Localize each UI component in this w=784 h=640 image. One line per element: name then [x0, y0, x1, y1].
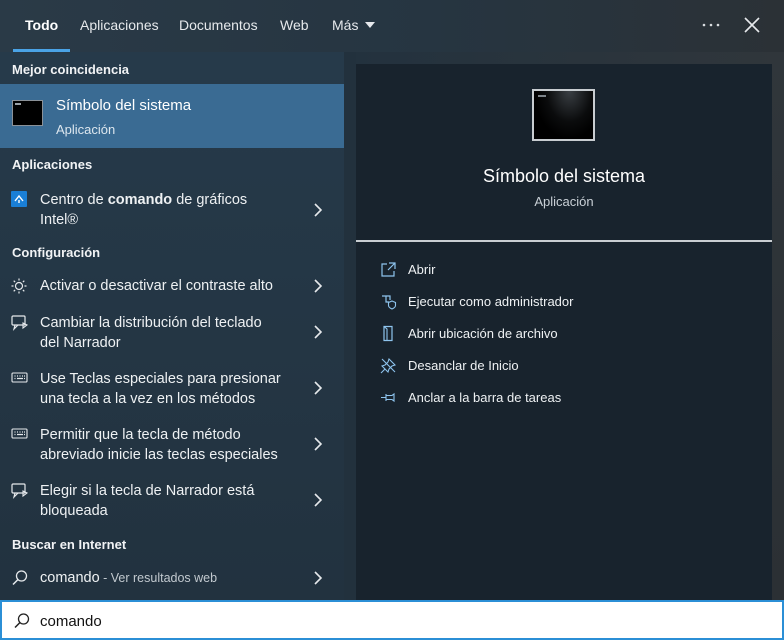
app-item-pre: Centro de	[40, 192, 108, 208]
tab-aplicaciones[interactable]: Aplicaciones	[80, 0, 159, 52]
web-search-item[interactable]: comando - Ver resultados web	[0, 566, 344, 590]
setting-line2: abreviado inicie las teclas especiales	[40, 447, 278, 463]
action-run-as-admin[interactable]: Ejecutar como administrador	[356, 288, 772, 316]
app-item-line2: Intel®	[40, 212, 79, 228]
setting-item-sticky-keys[interactable]: Use Teclas especiales para presionar una …	[0, 368, 344, 412]
setting-line2: del Narrador	[40, 335, 121, 351]
narrator-icon	[11, 482, 29, 500]
chevron-right-icon	[312, 570, 324, 586]
pane-gap	[344, 52, 356, 600]
open-icon	[380, 261, 397, 278]
chevron-right-icon	[312, 278, 324, 294]
search-input[interactable]	[40, 609, 740, 633]
tab-web[interactable]: Web	[280, 0, 309, 52]
action-open-file-location[interactable]: Abrir ubicación de archivo	[356, 320, 772, 348]
preview-pane: Símbolo del sistema Aplicación Abrir Eje…	[356, 64, 772, 600]
setting-line2: bloqueada	[40, 503, 108, 519]
unpin-icon	[380, 357, 397, 374]
search-icon	[11, 569, 29, 587]
intel-graphics-icon	[11, 191, 29, 209]
setting-item-shortcut-key[interactable]: Permitir que la tecla de método abreviado…	[0, 424, 344, 468]
best-match-subtitle: Aplicación	[56, 122, 116, 137]
brightness-icon	[11, 277, 29, 295]
setting-line2: una tecla a la vez en los métodos	[40, 391, 256, 407]
tab-mas-label: Más	[332, 17, 359, 33]
chevron-right-icon	[312, 492, 324, 508]
action-label: Abrir	[408, 262, 436, 277]
action-label: Ejecutar como administrador	[408, 294, 574, 309]
pane-frame-side	[772, 52, 784, 600]
best-match-item[interactable]: Símbolo del sistema Aplicación	[0, 84, 344, 148]
action-label: Anclar a la barra de tareas	[408, 390, 562, 405]
action-unpin-start[interactable]: Desanclar de Inicio	[356, 352, 772, 380]
app-item-post: de gráficos	[172, 192, 248, 208]
top-tab-bar: Todo Aplicaciones Documentos Web Más	[0, 0, 784, 52]
web-search-suffix: - Ver resultados web	[99, 571, 218, 585]
web-search-query: comando	[40, 570, 100, 586]
best-match-title: Símbolo del sistema	[56, 97, 192, 114]
setting-item-high-contrast[interactable]: Activar o desactivar el contraste alto	[0, 274, 344, 298]
pane-frame-top	[356, 52, 784, 64]
preview-title: Símbolo del sistema	[482, 166, 646, 186]
preview-divider	[356, 240, 772, 242]
chevron-down-icon	[365, 22, 376, 28]
chevron-right-icon	[312, 324, 324, 340]
tab-todo[interactable]: Todo	[12, 0, 71, 52]
file-location-icon	[380, 325, 397, 342]
action-label: Desanclar de Inicio	[408, 358, 519, 373]
setting-line1: Use Teclas especiales para presionar	[40, 371, 281, 387]
chevron-right-icon	[312, 380, 324, 396]
setting-item-label: Elegir si la tecla de Narrador está bloqu…	[40, 481, 300, 521]
pin-taskbar-icon	[380, 389, 397, 406]
search-bar[interactable]	[0, 600, 784, 640]
setting-line1: Cambiar la distribución del teclado	[40, 315, 262, 331]
setting-item-label: Cambiar la distribución del teclado del N…	[40, 313, 300, 353]
terminal-icon	[12, 100, 43, 126]
action-label: Abrir ubicación de archivo	[408, 326, 558, 341]
setting-item-label: Permitir que la tecla de método abreviado…	[40, 425, 300, 465]
preview-subtitle: Aplicación	[534, 194, 594, 209]
settings-heading: Configuración	[12, 245, 101, 260]
web-heading: Buscar en Internet	[12, 537, 127, 552]
setting-line1: Elegir si la tecla de Narrador está	[40, 483, 255, 499]
best-match-heading: Mejor coincidencia	[12, 62, 130, 77]
setting-line1: Permitir que la tecla de método	[40, 427, 241, 443]
web-search-label: comando - Ver resultados web	[40, 568, 300, 588]
search-icon	[13, 612, 31, 630]
app-item-bold: comando	[107, 192, 173, 208]
action-pin-taskbar[interactable]: Anclar a la barra de tareas	[356, 384, 772, 412]
setting-item-label: Activar o desactivar el contraste alto	[40, 278, 273, 294]
close-icon[interactable]	[740, 12, 764, 38]
keyboard-icon	[11, 371, 29, 389]
app-item-intel[interactable]: Centro de comando de gráficos Intel®	[0, 188, 344, 236]
keyboard-icon	[11, 427, 29, 445]
setting-item-narrator-lock[interactable]: Elegir si la tecla de Narrador está bloqu…	[0, 480, 344, 524]
chevron-right-icon	[312, 202, 324, 218]
tab-mas[interactable]: Más	[332, 0, 376, 52]
ellipsis-icon[interactable]	[698, 10, 724, 40]
tab-documentos[interactable]: Documentos	[179, 0, 258, 52]
apps-heading: Aplicaciones	[12, 157, 93, 172]
chevron-right-icon	[312, 436, 324, 452]
setting-item-narrator-keyboard[interactable]: Cambiar la distribución del teclado del N…	[0, 312, 344, 356]
shield-icon	[380, 293, 397, 310]
action-open[interactable]: Abrir	[356, 256, 772, 284]
app-item-label: Centro de comando de gráficos Intel®	[40, 190, 300, 230]
results-list: Mejor coincidencia Símbolo del sistema A…	[0, 52, 344, 600]
setting-item-label: Use Teclas especiales para presionar una …	[40, 369, 300, 409]
terminal-icon	[532, 89, 595, 141]
narrator-icon	[11, 314, 29, 332]
